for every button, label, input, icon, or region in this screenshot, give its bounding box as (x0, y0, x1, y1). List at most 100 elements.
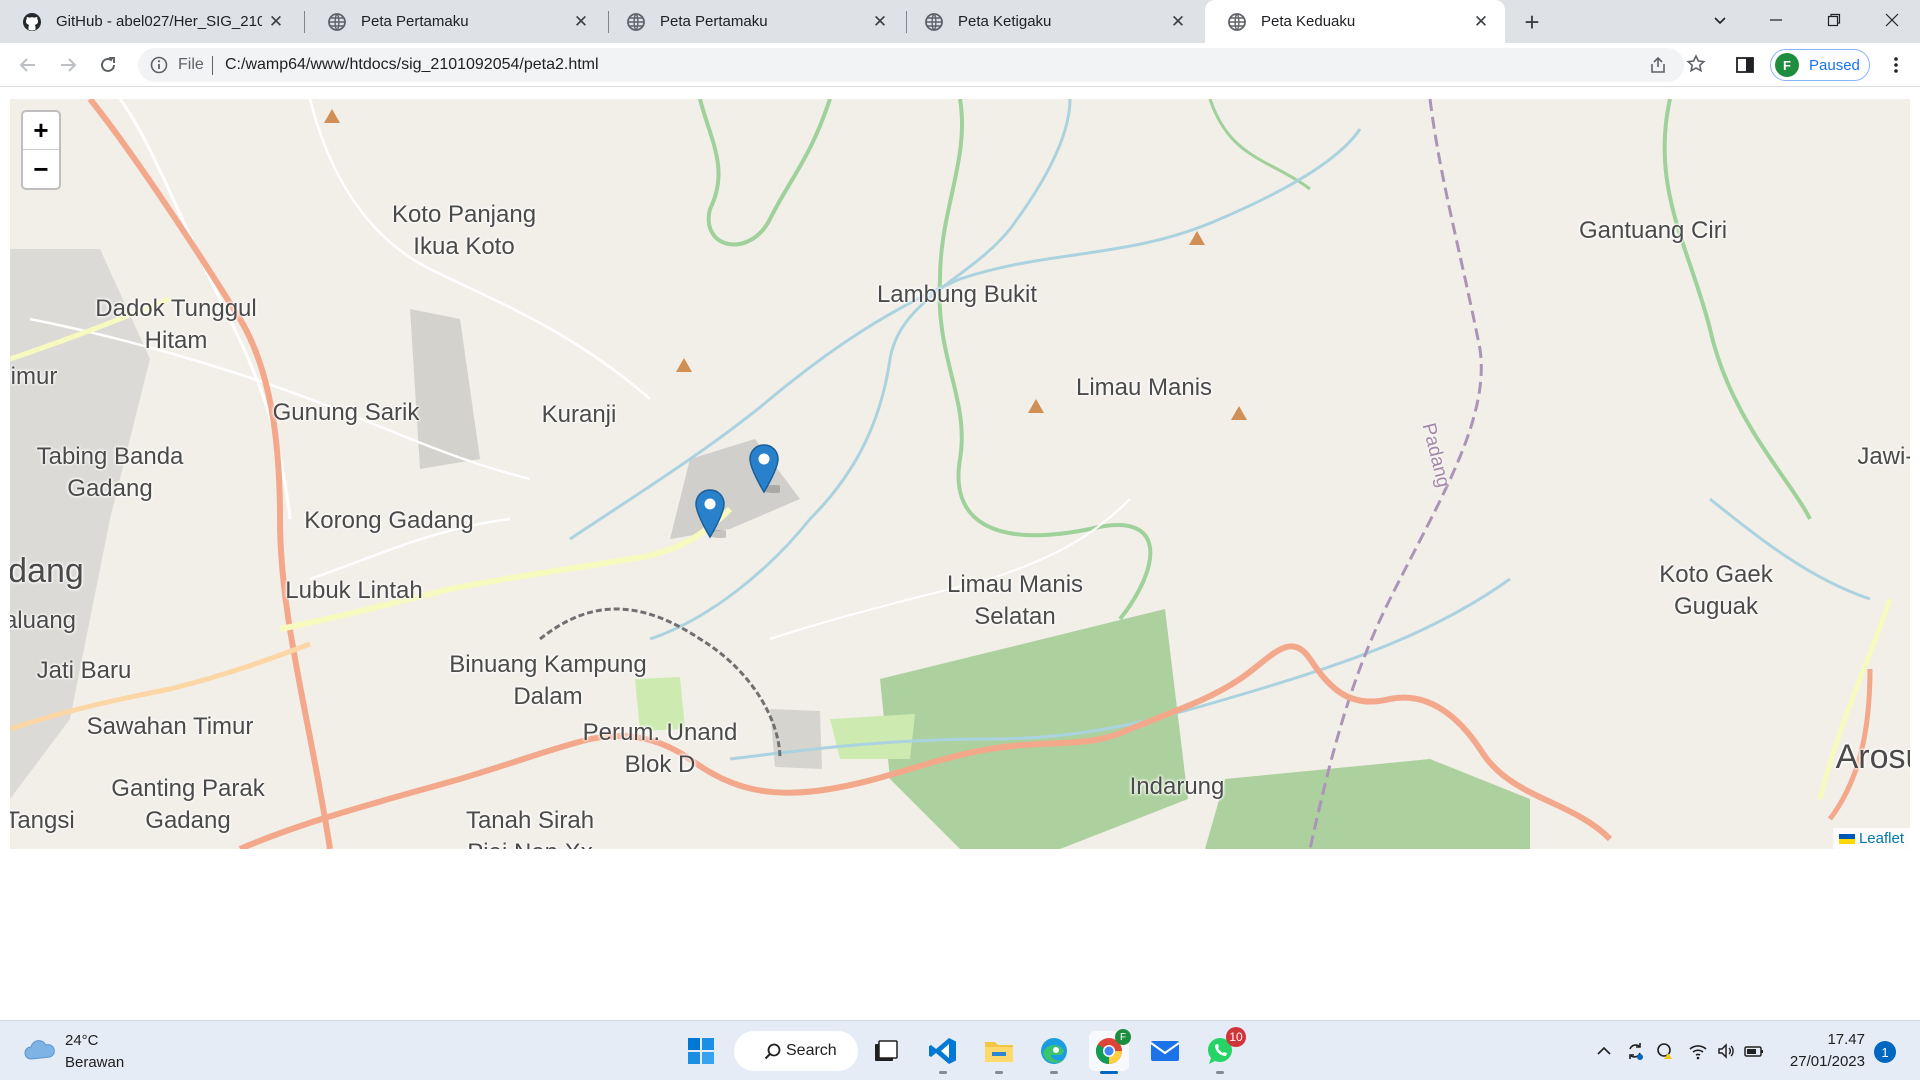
task-view-icon (875, 1040, 898, 1061)
share-icon[interactable] (1648, 55, 1668, 75)
zoom-control: + − (21, 110, 61, 190)
sync-icon[interactable] (1625, 1041, 1645, 1061)
tab-github[interactable]: GitHub - abel027/Her_SIG_21010 ✕ (0, 0, 300, 43)
mail-app[interactable] (1145, 1031, 1185, 1071)
place-label: Dadok Tunggul Hitam (95, 295, 257, 354)
tab-title: Peta Keduaku (1261, 13, 1356, 30)
urban-area (670, 439, 800, 539)
forest-area (1205, 759, 1530, 849)
battery-icon[interactable] (1744, 1041, 1764, 1061)
forward-button[interactable] (52, 49, 84, 81)
peak-icon (324, 109, 340, 123)
urban-area (770, 709, 822, 769)
forest-area (880, 609, 1188, 849)
whatsapp-app[interactable]: 10 (1200, 1027, 1246, 1074)
back-button[interactable] (12, 49, 44, 81)
close-tab-icon[interactable]: ✕ (567, 8, 595, 36)
vscode-icon (929, 1038, 956, 1064)
address-divider (212, 56, 213, 75)
leaflet-map[interactable]: Koto Panjang Ikua Koto Dadok Tunggul Hitam… (10, 99, 1910, 849)
globe-icon (328, 12, 346, 31)
running-indicator (995, 1071, 1003, 1074)
place-label: Gunung Sarik (272, 399, 420, 426)
taskbar: 24°C Berawan Search F 10 17.47 27/01/202… (0, 1020, 1920, 1080)
info-icon[interactable] (150, 56, 168, 74)
place-label: Tangsi (10, 807, 75, 834)
place-label: Koto Gaek Guguak (1659, 561, 1773, 620)
tab-title: Peta Ketigaku (958, 13, 1052, 30)
map-marker-pin-icon[interactable] (748, 444, 780, 494)
tab-peta-keduaku[interactable]: Peta Keduaku ✕ (1205, 0, 1505, 43)
reload-button[interactable] (92, 49, 124, 81)
place-label: Lubuk Lintah (285, 577, 423, 604)
running-indicator (1050, 1071, 1058, 1074)
place-label: Binuang Kampung Dalam (449, 651, 647, 710)
close-tab-icon[interactable]: ✕ (262, 8, 290, 36)
edge-icon (1041, 1038, 1067, 1064)
menu-kebab-icon[interactable] (1886, 55, 1906, 75)
profile-badge: F (1115, 1029, 1131, 1045)
clock-date[interactable]: 27/01/2023 (1780, 1053, 1865, 1070)
map-tiles (10, 99, 1893, 849)
restore-button[interactable] (1808, 0, 1860, 40)
url-text[interactable]: C:/wamp64/www/htdocs/sig_2101092054/peta… (225, 56, 599, 74)
peak-icon (1189, 231, 1205, 245)
clock-time[interactable]: 17.47 (1800, 1031, 1865, 1048)
taskbar-search[interactable]: Search (734, 1031, 858, 1071)
place-label: Tanah SirahPiai Nan Xx (465, 807, 595, 849)
close-tab-icon[interactable]: ✕ (1467, 8, 1495, 36)
active-indicator (1100, 1071, 1118, 1074)
place-label: Limau Manis Selatan (946, 571, 1084, 630)
reload-icon (101, 57, 115, 72)
chrome-app[interactable]: F (1089, 1029, 1131, 1074)
close-window-button[interactable] (1866, 0, 1918, 40)
cloud-icon[interactable] (22, 1035, 58, 1065)
place-label: Arosu (1835, 738, 1910, 776)
leaflet-link[interactable]: Leaflet (1859, 830, 1904, 847)
new-tab-button[interactable]: + (1516, 6, 1548, 38)
chevron-up-icon[interactable] (1594, 1041, 1614, 1061)
tab-title: GitHub - abel027/Her_SIG_21010 (56, 13, 262, 30)
tab-search-icon[interactable] (1694, 0, 1746, 40)
file-explorer-app[interactable] (979, 1031, 1019, 1074)
back-arrow-icon (19, 58, 35, 72)
tab-title: Peta Pertamaku (660, 13, 768, 30)
notification-center-badge[interactable]: 1 (1874, 1041, 1896, 1063)
place-label: dang (10, 552, 84, 590)
place-label: Lambung Bukit (876, 281, 1038, 308)
profile-button[interactable]: F Paused (1770, 49, 1870, 81)
peak-icon (1028, 399, 1044, 413)
tab-peta-ketigaku[interactable]: Peta Ketigaku ✕ (902, 0, 1202, 43)
github-icon (23, 12, 41, 31)
close-tab-icon[interactable]: ✕ (866, 8, 894, 36)
wifi-icon[interactable] (1688, 1041, 1708, 1061)
edge-app[interactable] (1034, 1031, 1074, 1074)
folder-icon (985, 1042, 1013, 1062)
task-view-button[interactable] (866, 1031, 906, 1071)
zoom-out-button[interactable]: − (23, 150, 59, 188)
running-indicator (1216, 1071, 1224, 1074)
minimize-button[interactable] (1750, 0, 1802, 40)
vscode-app[interactable] (923, 1031, 963, 1074)
place-label: Koto Panjang Ikua Koto (391, 201, 537, 260)
bookmark-star-icon[interactable] (1686, 54, 1706, 74)
globe-icon (1228, 12, 1246, 31)
globe-icon (627, 12, 645, 31)
volume-icon[interactable] (1716, 1041, 1736, 1061)
mail-icon (1150, 1041, 1180, 1061)
address-bar[interactable]: File C:/wamp64/www/htdocs/sig_2101092054… (138, 48, 1684, 82)
shield-warning-icon[interactable] (1655, 1041, 1675, 1061)
tab-peta-pertamaku-1[interactable]: Peta Pertamaku ✕ (305, 0, 605, 43)
map-marker-pin-icon[interactable] (694, 489, 726, 539)
tab-peta-pertamaku-2[interactable]: Peta Pertamaku ✕ (604, 0, 904, 43)
search-icon (764, 1043, 781, 1060)
place-label: aluang (10, 607, 77, 634)
close-tab-icon[interactable]: ✕ (1164, 8, 1192, 36)
start-button[interactable] (681, 1031, 721, 1071)
tab-title: Peta Pertamaku (361, 13, 469, 30)
running-indicator (939, 1071, 947, 1074)
side-panel-icon[interactable] (1735, 55, 1755, 75)
search-label: Search (786, 1042, 837, 1059)
zoom-in-button[interactable]: + (23, 112, 59, 150)
browser-toolbar: File C:/wamp64/www/htdocs/sig_2101092054… (0, 43, 1920, 87)
